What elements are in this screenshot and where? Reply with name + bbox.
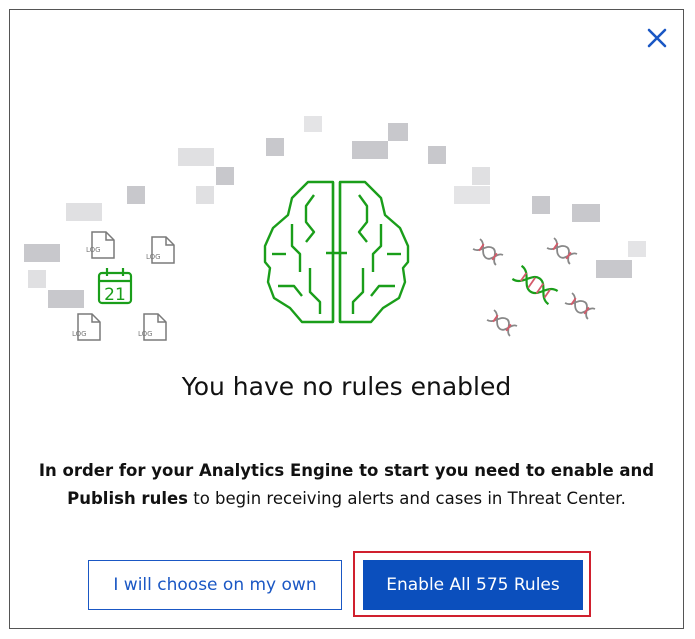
- description-bold-1: In order for your Analytics Engine to st…: [38, 461, 655, 480]
- description-bold-2: Publish rules: [67, 489, 188, 508]
- illustration: LOG LOG LOG LOG 21: [24, 116, 646, 341]
- choose-own-button[interactable]: I will choose on my own: [88, 560, 342, 610]
- log-label: LOG: [146, 253, 161, 261]
- description-text: to begin receiving alerts and cases in T…: [187, 489, 626, 508]
- log-label: LOG: [138, 330, 153, 338]
- brain-icon: [263, 180, 410, 324]
- dna-icon: [472, 237, 596, 337]
- log-label: LOG: [86, 246, 101, 254]
- enable-all-rules-button[interactable]: Enable All 575 Rules: [363, 560, 583, 610]
- rules-dialog: LOG LOG LOG LOG 21 You have no rules ena…: [9, 9, 684, 629]
- dialog-description: In order for your Analytics Engine to st…: [30, 457, 663, 513]
- calendar-day: 21: [104, 285, 126, 305]
- log-label: LOG: [72, 330, 87, 338]
- decorative-blocks: [24, 116, 646, 308]
- dialog-title: You have no rules enabled: [181, 372, 512, 401]
